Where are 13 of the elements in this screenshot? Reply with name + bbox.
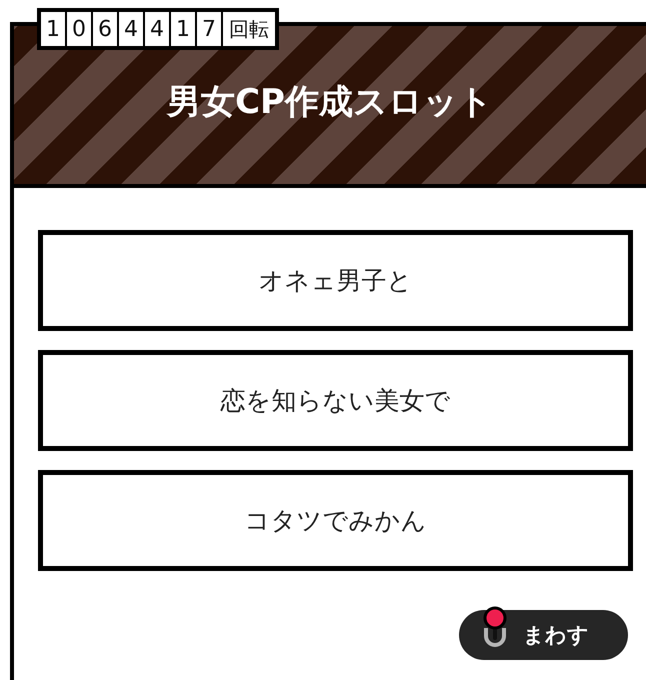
counter-digit: 6 <box>93 12 117 46</box>
page-title: 男女CP作成スロット <box>167 81 493 124</box>
lever-icon <box>481 606 509 650</box>
counter-digit: 4 <box>145 12 169 46</box>
slot-reel: コタツでみかん <box>38 470 633 571</box>
counter-unit: 回転 <box>223 12 275 46</box>
counter-digit: 1 <box>171 12 195 46</box>
counter-digit: 0 <box>67 12 91 46</box>
counter-digit: 7 <box>197 12 221 46</box>
counter-digit: 4 <box>119 12 143 46</box>
slot-reel: 恋を知らない美女で <box>38 350 633 451</box>
slot-reel: オネェ男子と <box>38 230 633 331</box>
counter-digit: 1 <box>41 12 65 46</box>
